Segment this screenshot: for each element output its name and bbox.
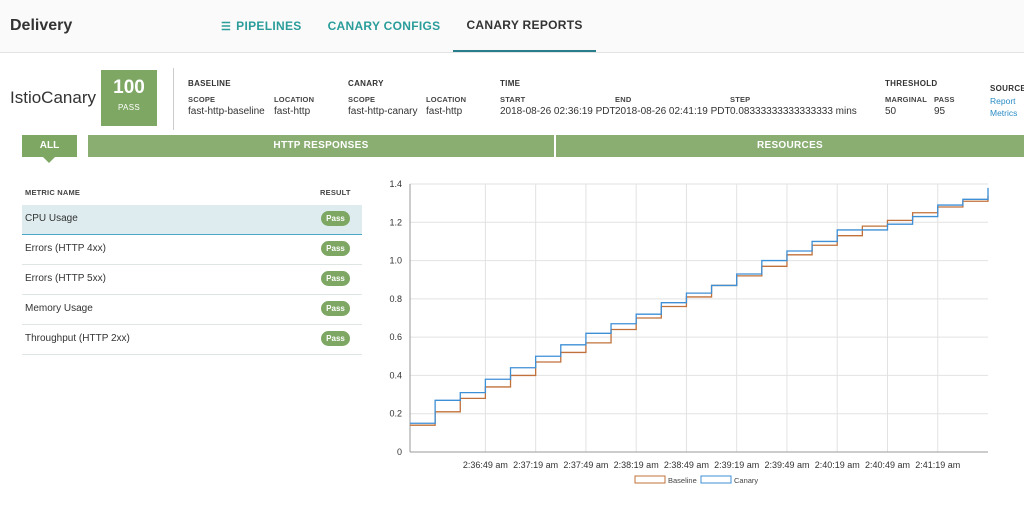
time-end: 2018-08-26 02:41:19 PDT <box>615 106 731 117</box>
time-start-label: START <box>500 95 526 104</box>
table-row[interactable]: Errors (HTTP 5xx) Pass <box>22 265 362 295</box>
canary-location-label: LOCATION <box>426 95 467 104</box>
metric-chart: 0 0.2 0.4 0.6 0.8 1.0 1.2 1.4 2:36:49 am 2:37:19 … <box>389 179 989 485</box>
nav-canary-configs-label: CANARY CONFIGS <box>327 19 441 33</box>
x-tick-label: 2:38:49 am <box>664 460 709 470</box>
metrics-table-header: METRIC NAME RESULT <box>22 183 362 205</box>
metric-name: Errors (HTTP 5xx) <box>25 273 106 284</box>
legend-swatch-canary <box>700 475 732 484</box>
threshold-marginal-label: MARGINAL <box>885 95 928 104</box>
tab-resources[interactable]: RESOURCES <box>556 135 1024 157</box>
baseline-header: BASELINE <box>188 79 231 88</box>
x-tick-label: 2:39:49 am <box>764 460 809 470</box>
nav-canary-reports[interactable]: CANARY REPORTS <box>453 0 596 52</box>
metric-name: CPU Usage <box>25 213 78 224</box>
x-tick-label: 2:37:49 am <box>563 460 608 470</box>
header-divider <box>173 68 174 130</box>
series-line-baseline <box>410 195 989 426</box>
score-badge: 100 PASS <box>101 70 157 126</box>
canary-scope: fast-http-canary <box>348 106 418 117</box>
y-tick-label: 0 <box>397 447 402 457</box>
canary-scope-label: SCOPE <box>348 95 376 104</box>
y-tick-label: 0.4 <box>389 370 402 380</box>
col-result: RESULT <box>320 188 351 197</box>
list-icon: ☰ <box>221 20 232 33</box>
tab-http-responses[interactable]: HTTP RESPONSES <box>88 135 554 157</box>
source-header: SOURCE <box>990 84 1024 93</box>
score-value: 100 <box>113 77 145 98</box>
table-row[interactable]: Memory Usage Pass <box>22 295 362 325</box>
y-tick-label: 1.2 <box>389 217 402 227</box>
legend-swatch-baseline <box>634 475 666 484</box>
col-metric-name: METRIC NAME <box>25 188 81 197</box>
baseline-location: fast-http <box>274 106 311 117</box>
canary-header: CANARY <box>348 79 384 88</box>
baseline-scope-label: SCOPE <box>188 95 216 104</box>
x-tick-label: 2:38:19 am <box>614 460 659 470</box>
x-tick-label: 2:39:19 am <box>714 460 759 470</box>
x-tick-label: 2:36:49 am <box>463 460 508 470</box>
x-tick-label: 2:41:19 am <box>915 460 960 470</box>
time-end-label: END <box>615 95 632 104</box>
result-badge: Pass <box>321 301 350 316</box>
y-tick-label: 0.6 <box>389 332 402 342</box>
time-header: TIME <box>500 79 521 88</box>
threshold-marginal: 50 <box>885 106 897 117</box>
threshold-header: THRESHOLD <box>885 79 938 88</box>
x-tick-label: 2:40:19 am <box>815 460 860 470</box>
legend-label-canary: Canary <box>734 476 758 485</box>
time-step: 0.08333333333333333 mins <box>730 106 857 117</box>
report-name: IstioCanary <box>10 88 96 107</box>
result-badge: Pass <box>321 331 350 346</box>
score-label: PASS <box>118 103 140 112</box>
y-tick-label: 1.4 <box>389 179 402 189</box>
table-row[interactable]: Throughput (HTTP 2xx) Pass <box>22 325 362 355</box>
y-tick-label: 0.2 <box>389 409 402 419</box>
metric-group-tabs: ALL HTTP RESPONSES RESOURCES <box>22 135 1024 163</box>
nav-pipelines[interactable]: ☰ PIPELINES <box>208 0 315 52</box>
top-bar: Delivery ☰ PIPELINES CANARY CONFIGS CANA… <box>0 0 1024 53</box>
result-badge: Pass <box>321 211 350 226</box>
canary-location: fast-http <box>426 106 463 117</box>
legend-label-baseline: Baseline <box>668 476 697 485</box>
nav-canary-reports-label: CANARY REPORTS <box>466 18 583 32</box>
y-tick-label: 0.8 <box>389 294 402 304</box>
table-row[interactable]: CPU Usage Pass <box>22 205 362 235</box>
x-tick-label: 2:37:19 am <box>513 460 558 470</box>
baseline-scope: fast-http-baseline <box>188 106 265 117</box>
series-line-canary <box>410 187 989 424</box>
app-title: Delivery <box>10 17 73 34</box>
time-step-label: STEP <box>730 95 751 104</box>
source-metrics-link[interactable]: Metrics <box>990 108 1017 118</box>
table-row[interactable]: Errors (HTTP 4xx) Pass <box>22 235 362 265</box>
nav-canary-configs[interactable]: CANARY CONFIGS <box>315 0 454 52</box>
metric-name: Memory Usage <box>25 303 93 314</box>
result-badge: Pass <box>321 241 350 256</box>
source-report-link[interactable]: Report <box>990 96 1016 106</box>
metric-name: Throughput (HTTP 2xx) <box>25 333 130 344</box>
y-tick-label: 1.0 <box>389 256 402 266</box>
metric-name: Errors (HTTP 4xx) <box>25 243 106 254</box>
nav-pipelines-label: PIPELINES <box>236 19 302 33</box>
tab-all-caret <box>43 157 55 163</box>
main-nav: ☰ PIPELINES CANARY CONFIGS CANARY REPORT… <box>208 0 596 52</box>
x-tick-label: 2:40:49 am <box>865 460 910 470</box>
metrics-table: METRIC NAME RESULT CPU Usage Pass Errors… <box>22 183 362 355</box>
threshold-pass: 95 <box>934 106 946 117</box>
baseline-location-label: LOCATION <box>274 95 315 104</box>
tab-all[interactable]: ALL <box>22 135 77 157</box>
time-start: 2018-08-26 02:36:19 PDT <box>500 106 616 117</box>
threshold-pass-label: PASS <box>934 95 955 104</box>
result-badge: Pass <box>321 271 350 286</box>
